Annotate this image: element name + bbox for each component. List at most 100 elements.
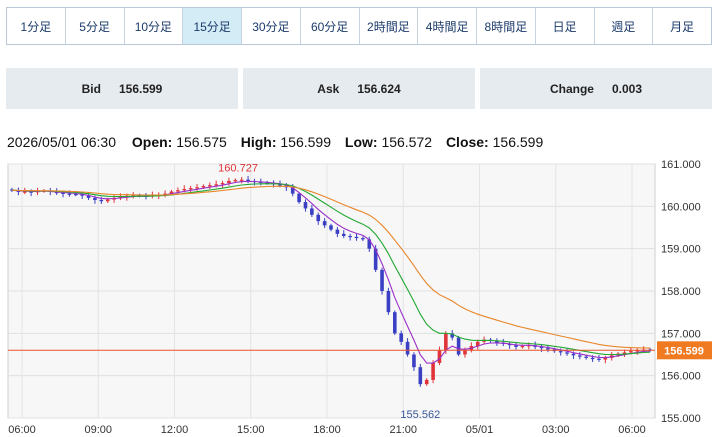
low-label: Low: <box>344 134 378 150</box>
candle-body <box>207 185 212 187</box>
open-value: 156.575 <box>176 134 227 150</box>
candle-body <box>463 350 467 355</box>
price-chart[interactable]: 161.000 160.000 159.000 158.000 157.000 156.0… <box>0 150 720 437</box>
y-tick-label: 158.000 <box>661 286 701 298</box>
tab-15min[interactable]: 15分足 <box>182 8 241 44</box>
low-value: 156.572 <box>381 134 433 150</box>
candle-body <box>629 351 633 353</box>
x-tick-label: 06:00 <box>618 424 646 436</box>
candle-body <box>227 180 231 184</box>
candle-body <box>93 197 97 200</box>
x-tick-label: 05/01 <box>466 424 494 436</box>
candle-body <box>22 191 27 193</box>
x-tick-label: 09:00 <box>84 424 112 436</box>
change-value: 0.003 <box>611 81 643 96</box>
close-label: Close: <box>445 134 489 150</box>
candle-body <box>239 179 244 181</box>
x-tick-label: 03:00 <box>542 424 570 436</box>
x-tick-label: 18:00 <box>313 424 341 436</box>
x-tick-label: 21:00 <box>389 424 417 436</box>
candle-body <box>105 199 110 202</box>
candle-body <box>67 193 72 195</box>
x-tick-label: 06:00 <box>8 424 36 436</box>
x-tick-label: 12:00 <box>161 424 189 436</box>
open-label: Open: <box>131 134 173 150</box>
candle-body <box>412 354 416 368</box>
timeframe-tabs: 1分足 5分足 10分足 15分足 30分足 60分足 2時間足 4時間足 8時… <box>6 7 712 45</box>
candle-body <box>405 341 410 355</box>
candle-body <box>195 187 199 189</box>
candle-body <box>176 190 180 192</box>
candle-body <box>354 236 359 239</box>
candle-body <box>520 346 525 348</box>
candle-body <box>74 194 78 196</box>
candle-body <box>99 199 104 202</box>
tab-4hour[interactable]: 4時間足 <box>417 8 476 44</box>
quote-bar: Bid 156.599 Ask 156.624 Change 0.003 <box>6 68 712 109</box>
y-tick-label: 161.000 <box>661 159 701 171</box>
ask-value: 156.624 <box>357 81 401 96</box>
candle-body <box>571 353 576 356</box>
candle-body <box>418 367 423 385</box>
high-label: High: <box>240 134 277 150</box>
bid-box: Bid 156.599 <box>6 68 238 109</box>
candle-body <box>182 188 187 191</box>
candle-body <box>558 351 563 353</box>
close-value: 156.599 <box>492 134 544 150</box>
candle-body <box>361 238 365 240</box>
candle-body <box>393 312 397 334</box>
ask-label: Ask <box>317 81 340 96</box>
candle-body <box>399 333 403 342</box>
candle-body <box>565 352 569 354</box>
tab-8hour[interactable]: 8時間足 <box>476 8 535 44</box>
tab-monthly[interactable]: 月足 <box>652 8 711 44</box>
y-tick-label: 159.000 <box>661 244 701 256</box>
tab-2hour[interactable]: 2時間足 <box>358 8 418 44</box>
candle-body <box>584 356 588 358</box>
candle-body <box>444 333 448 351</box>
bid-label: Bid <box>81 81 101 96</box>
candle-body <box>188 188 193 190</box>
ohlc-readout: 2026/05/01 06:30 Open: 156.575 High: 156… <box>7 134 553 150</box>
candle-body <box>386 291 391 313</box>
tab-daily[interactable]: 日足 <box>534 8 594 44</box>
candle-body <box>597 358 601 360</box>
x-tick-label: 15:00 <box>237 424 265 436</box>
y-tick-label: 157.000 <box>661 328 701 340</box>
candle-body <box>303 202 308 209</box>
tab-10min[interactable]: 10分足 <box>123 8 183 44</box>
y-tick-label: 156.000 <box>661 371 701 383</box>
candle-body <box>201 186 206 188</box>
tab-60min[interactable]: 60分足 <box>299 8 359 44</box>
change-box: Change 0.003 <box>480 68 712 109</box>
candle-body <box>456 337 461 355</box>
tab-30min[interactable]: 30分足 <box>241 8 300 44</box>
tab-1min[interactable]: 1分足 <box>7 8 65 44</box>
change-label: Change <box>549 81 594 96</box>
candle-body <box>220 183 225 185</box>
candle-body <box>310 208 314 215</box>
ask-box: Ask 156.624 <box>243 68 475 109</box>
candle-body <box>322 221 327 226</box>
candle-body <box>246 179 250 181</box>
min-price-label: 155.562 <box>400 409 440 421</box>
y-tick-label: 160.000 <box>661 201 701 213</box>
current-price-tag-label: 156.599 <box>664 345 704 357</box>
candle-body <box>590 357 595 360</box>
candle-body <box>578 355 582 357</box>
candle-body <box>214 184 218 186</box>
tab-weekly[interactable]: 週足 <box>593 8 653 44</box>
candle-body <box>341 233 346 236</box>
candle-body <box>348 235 352 238</box>
candle-body <box>316 214 321 222</box>
candle-body <box>546 348 550 350</box>
high-value: 156.599 <box>280 134 331 150</box>
candle-body <box>431 362 435 380</box>
candle-body <box>424 379 429 385</box>
tab-5min[interactable]: 5分足 <box>64 8 124 44</box>
max-price-label: 160.727 <box>218 163 258 175</box>
ohlc-timestamp: 2026/05/01 06:30 <box>7 134 116 150</box>
candle-body <box>380 269 384 291</box>
candle-body <box>233 180 238 182</box>
y-tick-label: 155.000 <box>661 413 701 425</box>
